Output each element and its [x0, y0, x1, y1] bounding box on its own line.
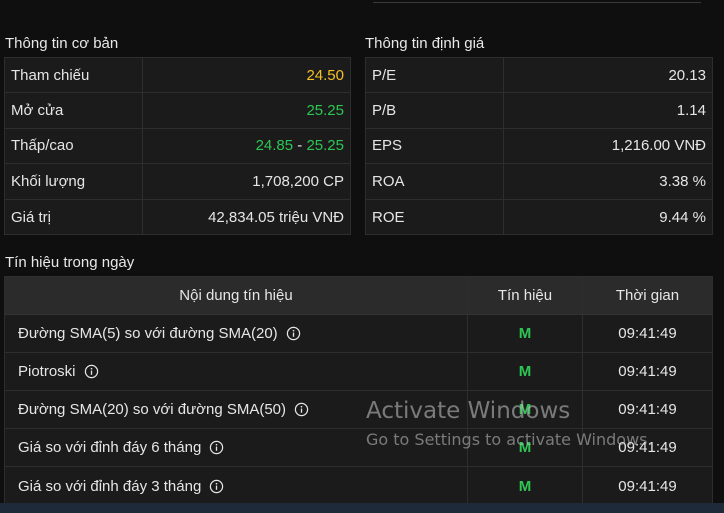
reference-value: 24.50: [306, 66, 344, 84]
eps-label: EPS: [366, 128, 504, 164]
signal-value: M: [518, 477, 532, 495]
signal-time: 09:41:49: [618, 363, 677, 380]
high-value: 25.25: [306, 137, 344, 155]
signal-content: Đường SMA(5) so với đường SMA(20): [18, 325, 278, 342]
info-icon[interactable]: [209, 440, 224, 455]
signal-cell: M: [468, 315, 583, 352]
signal-time: 09:41:49: [618, 325, 677, 342]
table-row: Giá so với đỉnh đáy 3 tháng M 09:41:49: [5, 467, 712, 505]
trade-value-value: 42,834.05 triệu VNĐ: [208, 208, 344, 226]
low-high-label: Thấp/cao: [5, 128, 143, 164]
signal-content-cell: Đường SMA(5) so với đường SMA(20): [5, 315, 468, 352]
roa-value: 3.38 %: [659, 172, 706, 190]
row-reference: Tham chiếu 24.50: [5, 58, 350, 94]
valuation-table: P/E 20.13 P/B 1.14 EPS 1,216.00 VNĐ ROA …: [365, 57, 713, 235]
low-high-value: 24.85 - 25.25: [143, 129, 350, 163]
signals-header-row: Nội dung tín hiệu Tín hiệu Thời gian: [5, 277, 712, 315]
signal-cell: M: [468, 353, 583, 390]
pb-label: P/B: [366, 93, 504, 128]
reference-label: Tham chiếu: [5, 58, 143, 93]
signal-cell: M: [468, 467, 583, 505]
pe-value: 20.13: [668, 66, 706, 84]
signal-time: 09:41:49: [618, 439, 677, 456]
top-divider: [373, 2, 701, 3]
signal-time: 09:41:49: [618, 401, 677, 418]
signal-time: 09:41:49: [618, 477, 677, 495]
signal-content: Giá so với đỉnh đáy 3 tháng: [18, 477, 202, 495]
row-roa: ROA 3.38 %: [366, 164, 712, 200]
roa-label: ROA: [366, 164, 504, 199]
signal-content: Giá so với đỉnh đáy 6 tháng: [18, 439, 202, 456]
table-row: Đường SMA(5) so với đường SMA(20) M 09:4…: [5, 315, 712, 353]
row-low-high: Thấp/cao 24.85 - 25.25: [5, 128, 350, 165]
row-value: Giá trị 42,834.05 triệu VNĐ: [5, 199, 350, 235]
trade-value-label: Giá trị: [5, 199, 143, 235]
signal-cell: M: [468, 391, 583, 428]
signal-value: M: [518, 401, 532, 418]
info-icon[interactable]: [209, 479, 224, 494]
row-open: Mở cửa 25.25: [5, 93, 350, 129]
basic-info-title: Thông tin cơ bản: [5, 35, 119, 52]
row-eps: EPS 1,216.00 VNĐ: [366, 128, 712, 165]
pe-label: P/E: [366, 58, 504, 93]
roe-label: ROE: [366, 199, 504, 235]
low-value: 24.85: [255, 137, 294, 155]
basic-info-table: Tham chiếu 24.50 Mở cửa 25.25 Thấp/cao 2…: [4, 57, 351, 235]
open-value: 25.25: [306, 102, 344, 120]
signal-value: M: [518, 439, 532, 456]
row-pb: P/B 1.14: [366, 93, 712, 129]
row-volume: Khối lượng 1,708,200 CP: [5, 164, 350, 200]
signal-content-cell: Giá so với đỉnh đáy 6 tháng: [5, 429, 468, 466]
signal-content-cell: Đường SMA(20) so với đường SMA(50): [5, 391, 468, 428]
signal-content-cell: Giá so với đỉnh đáy 3 tháng: [5, 467, 468, 505]
taskbar: [0, 503, 724, 513]
eps-value: 1,216.00 VNĐ: [611, 137, 706, 155]
table-row: Piotroski M 09:41:49: [5, 353, 712, 391]
header-signal: Tín hiệu: [468, 277, 583, 314]
info-icon[interactable]: [286, 326, 301, 341]
table-row: Giá so với đỉnh đáy 6 tháng M 09:41:49: [5, 429, 712, 467]
header-time: Thời gian: [615, 287, 680, 304]
signal-content-cell: Piotroski: [5, 353, 468, 390]
volume-value: 1,708,200 CP: [252, 172, 344, 190]
signal-value: M: [518, 325, 532, 342]
signal-content: Đường SMA(20) so với đường SMA(50): [18, 401, 287, 418]
volume-label: Khối lượng: [5, 164, 143, 199]
signal-content: Piotroski: [18, 363, 76, 380]
table-row: Đường SMA(20) so với đường SMA(50) M 09:…: [5, 391, 712, 429]
row-pe: P/E 20.13: [366, 58, 712, 94]
valuation-title: Thông tin định giá: [365, 35, 485, 52]
roe-value: 9.44 %: [659, 208, 706, 226]
signal-cell: M: [468, 429, 583, 466]
open-label: Mở cửa: [5, 93, 143, 128]
info-icon[interactable]: [294, 402, 309, 417]
pb-value: 1.14: [676, 102, 706, 120]
signal-value: M: [518, 363, 532, 380]
signals-table: Nội dung tín hiệu Tín hiệu Thời gian Đườ…: [4, 276, 713, 506]
info-icon[interactable]: [84, 364, 99, 379]
signals-title: Tín hiệu trong ngày: [5, 254, 135, 271]
row-roe: ROE 9.44 %: [366, 199, 712, 235]
low-high-separator: -: [293, 137, 307, 155]
header-content: Nội dung tín hiệu: [5, 277, 468, 314]
